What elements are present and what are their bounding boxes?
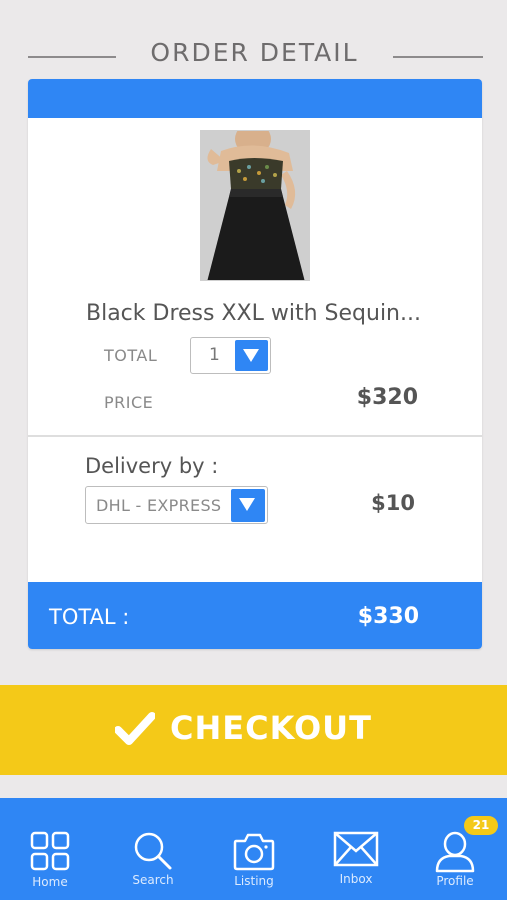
nav-item-home[interactable]: Home bbox=[5, 798, 95, 900]
nav-item-inbox[interactable]: Inbox bbox=[311, 798, 401, 900]
triangle-down-icon bbox=[243, 349, 259, 362]
total-label: TOTAL : bbox=[49, 605, 130, 629]
header-divider-right bbox=[393, 56, 483, 58]
courier-select[interactable]: DHL - EXPRESS bbox=[85, 486, 268, 524]
product-price: $320 bbox=[356, 385, 418, 410]
envelope-icon bbox=[333, 831, 379, 867]
page-title: ORDER DETAIL bbox=[150, 38, 359, 67]
courier-dropdown-button[interactable] bbox=[231, 489, 265, 522]
courier-value: DHL - EXPRESS bbox=[96, 496, 222, 515]
grid-icon bbox=[30, 831, 70, 871]
nav-label-listing: Listing bbox=[234, 874, 274, 888]
quantity-value: 1 bbox=[209, 345, 220, 365]
price-label: PRICE bbox=[104, 393, 154, 412]
card-header-bar bbox=[28, 79, 482, 118]
triangle-down-icon bbox=[239, 498, 255, 511]
total-bar: TOTAL : $330 bbox=[28, 582, 482, 649]
bottom-nav: Home Search Listing Inbox 21 Profile bbox=[0, 798, 507, 900]
checkmark-icon bbox=[115, 712, 155, 745]
profile-icon bbox=[435, 831, 475, 873]
nav-label-home: Home bbox=[32, 875, 68, 889]
camera-icon bbox=[233, 833, 275, 871]
quantity-label: TOTAL bbox=[104, 346, 158, 365]
header-divider-left bbox=[28, 56, 116, 58]
product-name: Black Dress XXL with Sequin... bbox=[86, 301, 421, 326]
notification-badge: 21 bbox=[464, 816, 498, 835]
checkout-button[interactable]: CHECKOUT bbox=[0, 685, 507, 775]
delivery-label: Delivery by : bbox=[85, 454, 219, 478]
delivery-price: $10 bbox=[371, 491, 415, 515]
checkout-label: CHECKOUT bbox=[170, 709, 372, 747]
nav-item-listing[interactable]: Listing bbox=[209, 798, 299, 900]
nav-item-profile[interactable]: 21 Profile bbox=[410, 798, 500, 900]
nav-label-profile: Profile bbox=[436, 874, 474, 888]
quantity-dropdown-button[interactable] bbox=[235, 340, 268, 371]
total-value: $330 bbox=[357, 604, 419, 629]
nav-label-inbox: Inbox bbox=[339, 872, 373, 886]
nav-label-search: Search bbox=[132, 873, 174, 887]
nav-item-search[interactable]: Search bbox=[108, 798, 198, 900]
search-icon bbox=[134, 832, 172, 870]
product-image[interactable] bbox=[200, 130, 310, 281]
order-card: Black Dress XXL with Sequin... TOTAL 1 P… bbox=[28, 79, 482, 649]
quantity-select[interactable]: 1 bbox=[190, 337, 271, 374]
section-divider bbox=[28, 435, 482, 437]
